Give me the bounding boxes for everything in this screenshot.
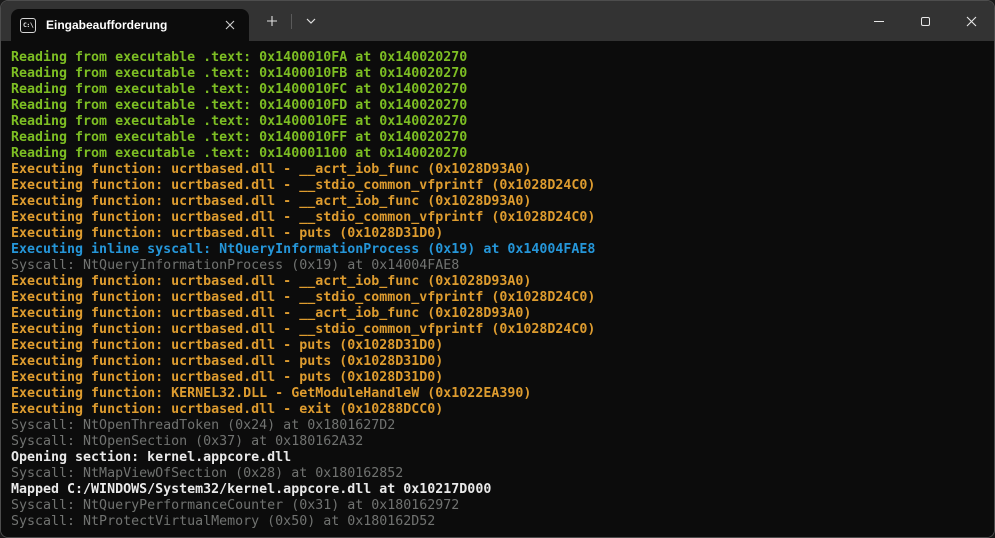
tab-title: Eingabeaufforderung <box>46 18 219 32</box>
terminal-line: Reading from executable .text: 0x1400010… <box>11 66 988 82</box>
plus-icon <box>266 15 278 27</box>
terminal-output[interactable]: Reading from executable .text: 0x1400010… <box>1 41 994 537</box>
terminal-line: Executing function: ucrtbased.dll - __st… <box>11 210 988 226</box>
terminal-line: Reading from executable .text: 0x1400010… <box>11 130 988 146</box>
terminal-line: Executing function: ucrtbased.dll - __ac… <box>11 162 988 178</box>
titlebar-separator <box>291 14 292 29</box>
tab-eingabeaufforderung[interactable]: C:\ Eingabeaufforderung <box>11 9 249 41</box>
terminal-line: Mapped C:/WINDOWS/System32/kernel.appcor… <box>11 482 988 498</box>
terminal-line: Executing function: ucrtbased.dll - puts… <box>11 338 988 354</box>
terminal-line: Reading from executable .text: 0x1400010… <box>11 114 988 130</box>
terminal-line: Executing function: ucrtbased.dll - __ac… <box>11 306 988 322</box>
cmd-prompt-icon: C:\ <box>20 18 36 33</box>
close-button[interactable] <box>948 1 994 41</box>
terminal-line: Syscall: NtProtectVirtualMemory (0x50) a… <box>11 514 988 530</box>
cmd-icon-glyph: C:\ <box>23 22 33 29</box>
terminal-line: Executing function: ucrtbased.dll - __ac… <box>11 274 988 290</box>
minimize-icon <box>874 21 884 22</box>
terminal-line: Executing function: ucrtbased.dll - puts… <box>11 354 988 370</box>
terminal-line: Executing function: ucrtbased.dll - puts… <box>11 370 988 386</box>
terminal-line: Syscall: NtOpenSection (0x37) at 0x18016… <box>11 434 988 450</box>
terminal-line: Reading from executable .text: 0x1400010… <box>11 50 988 66</box>
terminal-line: Reading from executable .text: 0x1400011… <box>11 146 988 162</box>
terminal-line: Executing inline syscall: NtQueryInforma… <box>11 242 988 258</box>
terminal-window: C:\ Eingabeaufforderung <box>0 0 995 538</box>
close-icon <box>225 20 235 30</box>
tab-close-button[interactable] <box>219 14 241 36</box>
new-tab-button[interactable] <box>257 6 287 36</box>
titlebar[interactable]: C:\ Eingabeaufforderung <box>1 1 994 41</box>
close-icon <box>966 16 977 27</box>
terminal-line: Executing function: ucrtbased.dll - __ac… <box>11 194 988 210</box>
terminal-line: Executing function: KERNEL32.DLL - GetMo… <box>11 386 988 402</box>
terminal-line: Syscall: NtQueryPerformanceCounter (0x31… <box>11 498 988 514</box>
minimize-button[interactable] <box>856 1 902 41</box>
terminal-line: Syscall: NtOpenThreadToken (0x24) at 0x1… <box>11 418 988 434</box>
chevron-down-icon <box>306 18 316 24</box>
terminal-line: Reading from executable .text: 0x1400010… <box>11 98 988 114</box>
terminal-line: Executing function: ucrtbased.dll - __st… <box>11 322 988 338</box>
titlebar-drag-area[interactable] <box>326 1 856 41</box>
tab-dropdown-button[interactable] <box>296 6 326 36</box>
terminal-line: Executing function: ucrtbased.dll - puts… <box>11 226 988 242</box>
terminal-line: Opening section: kernel.appcore.dll <box>11 450 988 466</box>
terminal-line: Reading from executable .text: 0x1400010… <box>11 82 988 98</box>
maximize-icon <box>921 17 930 26</box>
terminal-line: Syscall: NtMapViewOfSection (0x28) at 0x… <box>11 466 988 482</box>
terminal-line: Executing function: ucrtbased.dll - __st… <box>11 290 988 306</box>
terminal-line: Syscall: NtQueryInformationProcess (0x19… <box>11 258 988 274</box>
terminal-line: Executing function: ucrtbased.dll - __st… <box>11 178 988 194</box>
maximize-button[interactable] <box>902 1 948 41</box>
terminal-line: Executing function: ucrtbased.dll - exit… <box>11 402 988 418</box>
